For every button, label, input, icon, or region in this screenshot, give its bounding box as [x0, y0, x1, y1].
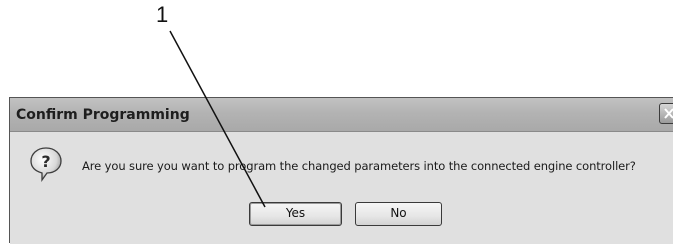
question-icon: ? — [30, 147, 62, 182]
dialog-body: ? Are you sure you want to program the c… — [10, 132, 673, 244]
dialog-titlebar[interactable]: Confirm Programming — [10, 98, 673, 132]
yes-button[interactable]: Yes — [249, 202, 342, 226]
no-button[interactable]: No — [355, 202, 442, 226]
svg-text:?: ? — [41, 152, 50, 171]
close-icon — [664, 108, 673, 119]
dialog-title: Confirm Programming — [16, 107, 190, 123]
confirm-dialog: Confirm Programming ? Are you sure you w… — [9, 97, 673, 244]
callout-number: 1 — [156, 2, 169, 27]
confirm-message: Are you sure you want to program the cha… — [82, 159, 636, 173]
close-button[interactable] — [659, 103, 673, 124]
